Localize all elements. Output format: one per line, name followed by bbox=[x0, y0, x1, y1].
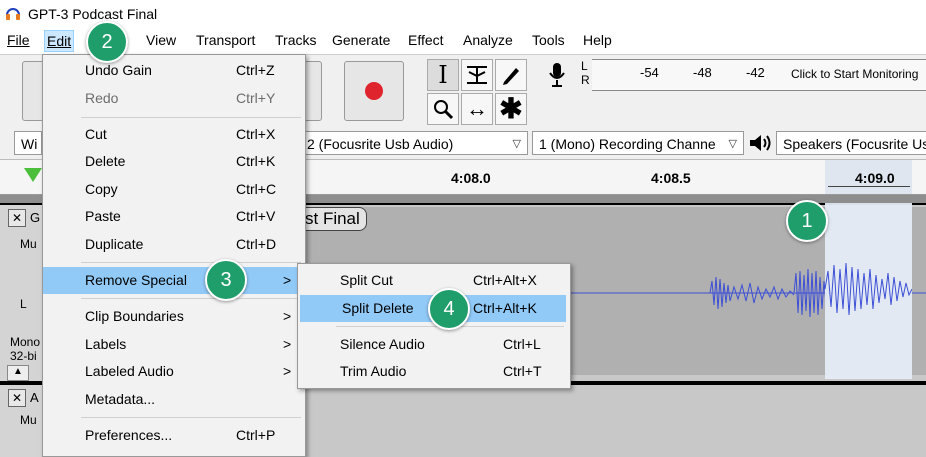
menu-item-copy[interactable]: Copy Ctrl+C bbox=[43, 176, 305, 203]
menu-help[interactable]: Help bbox=[583, 32, 612, 48]
time-tick-label: 4:08.5 bbox=[651, 170, 691, 186]
window-title: GPT-3 Podcast Final bbox=[28, 6, 158, 22]
chevron-down-icon: ▽ bbox=[512, 138, 521, 150]
play-head-icon[interactable] bbox=[24, 168, 42, 182]
track-format-bits: 32-bi bbox=[10, 349, 37, 363]
zoom-tool-button[interactable] bbox=[427, 93, 459, 125]
menu-item-silence-audio[interactable]: Silence Audio Ctrl+L bbox=[298, 331, 570, 358]
time-tick-label: 4:09.0 bbox=[855, 170, 895, 186]
multi-tool-button[interactable]: ✱ bbox=[495, 93, 527, 125]
menu-separator bbox=[81, 298, 301, 299]
track-format-mono: Mono bbox=[10, 335, 41, 349]
asterisk-icon: ✱ bbox=[499, 93, 523, 124]
menu-item-undo-gain[interactable]: Undo Gain Ctrl+Z bbox=[43, 57, 305, 84]
meter-tick: -48 bbox=[693, 65, 712, 80]
menu-edit[interactable]: Edit bbox=[44, 30, 75, 52]
meter-right-label: R bbox=[581, 73, 590, 87]
meter-tick: -54 bbox=[640, 65, 659, 80]
menu-item-trim-audio[interactable]: Trim Audio Ctrl+T bbox=[298, 358, 570, 385]
selected-waveform bbox=[825, 262, 912, 316]
magnifier-icon bbox=[434, 100, 454, 120]
recording-device-select[interactable]: 2 (Focusrite Usb Audio) ▽ bbox=[300, 131, 528, 155]
audacity-logo-icon bbox=[6, 8, 20, 20]
record-icon bbox=[365, 82, 383, 100]
menu-separator bbox=[81, 262, 301, 263]
draw-tool-button[interactable] bbox=[495, 59, 527, 91]
speaker-icon bbox=[748, 133, 772, 156]
selection-tool-button[interactable]: I bbox=[427, 59, 459, 91]
pan-left-label: L bbox=[20, 297, 27, 311]
step-badge-4: 4 bbox=[428, 288, 470, 330]
menu-item-split-cut[interactable]: Split Cut Ctrl+Alt+X bbox=[298, 267, 570, 294]
close-track-icon[interactable]: ✕ bbox=[8, 209, 26, 227]
track-name[interactable]: G bbox=[30, 210, 40, 225]
step-badge-2: 2 bbox=[86, 21, 128, 63]
menu-generate[interactable]: Generate bbox=[332, 32, 390, 48]
menu-item-labeled-audio[interactable]: Labeled Audio > bbox=[43, 358, 305, 385]
submenu-arrow-icon: > bbox=[283, 272, 292, 288]
menu-item-remove-special[interactable]: Remove Special > bbox=[43, 267, 303, 294]
menu-analyze[interactable]: Analyze bbox=[463, 32, 513, 48]
menu-item-duplicate[interactable]: Duplicate Ctrl+D bbox=[43, 231, 305, 258]
monitor-prompt[interactable]: Click to Start Monitoring bbox=[791, 67, 918, 81]
menu-item-metadata[interactable]: Metadata... bbox=[43, 386, 305, 413]
recording-channels-select[interactable]: 1 (Mono) Recording Channe ▽ bbox=[532, 131, 744, 155]
envelope-tool-button[interactable] bbox=[461, 59, 493, 91]
clip-title[interactable]: st Final bbox=[298, 207, 367, 231]
audio-host-select[interactable]: Wi bbox=[14, 131, 42, 155]
menu-file[interactable]: File bbox=[7, 32, 30, 48]
step-badge-3: 3 bbox=[205, 259, 247, 301]
menu-transport[interactable]: Transport bbox=[196, 32, 255, 48]
collapse-track-icon[interactable]: ▲ bbox=[7, 365, 29, 381]
remove-special-submenu: Split Cut Ctrl+Alt+X Split Delete Ctrl+A… bbox=[297, 263, 571, 389]
menu-effect[interactable]: Effect bbox=[408, 32, 444, 48]
menu-separator bbox=[81, 117, 301, 118]
pencil-icon bbox=[503, 68, 519, 85]
menu-item-preferences[interactable]: Preferences... Ctrl+P bbox=[43, 422, 305, 449]
track-name[interactable]: A bbox=[30, 390, 39, 405]
menu-separator bbox=[81, 417, 301, 418]
double-arrow-icon: ↔ bbox=[466, 96, 488, 121]
envelope-icon bbox=[467, 66, 487, 84]
playback-device-select[interactable]: Speakers (Focusrite Usb bbox=[776, 131, 926, 155]
menu-item-labels[interactable]: Labels > bbox=[43, 331, 305, 358]
submenu-arrow-icon: > bbox=[283, 308, 292, 324]
submenu-arrow-icon: > bbox=[283, 363, 292, 379]
time-tick-label: 4:08.0 bbox=[451, 170, 491, 186]
menu-bar: File Edit t View Transport Tracks Genera… bbox=[0, 28, 926, 54]
close-track-icon[interactable]: ✕ bbox=[8, 389, 26, 407]
selection-bracket bbox=[828, 186, 910, 187]
timeshift-tool-button[interactable]: ↔ bbox=[461, 93, 493, 125]
menu-tools[interactable]: Tools bbox=[532, 32, 565, 48]
microphone-icon[interactable] bbox=[546, 61, 568, 92]
meter-left-label: L bbox=[581, 59, 588, 73]
mute-button[interactable]: Mu bbox=[20, 413, 37, 427]
step-badge-1: 1 bbox=[786, 200, 828, 242]
edit-menu: Undo Gain Ctrl+Z Redo Ctrl+Y Cut Ctrl+X … bbox=[42, 54, 306, 457]
menu-view[interactable]: View bbox=[146, 32, 176, 48]
title-bar: GPT-3 Podcast Final bbox=[0, 0, 926, 28]
mute-button[interactable]: Mu bbox=[20, 237, 37, 251]
record-button[interactable] bbox=[344, 61, 404, 121]
chevron-down-icon: ▽ bbox=[728, 138, 737, 150]
menu-tracks[interactable]: Tracks bbox=[275, 32, 316, 48]
menu-item-redo[interactable]: Redo Ctrl+Y bbox=[43, 85, 305, 112]
menu-item-clip-boundaries[interactable]: Clip Boundaries > bbox=[43, 303, 305, 330]
menu-item-cut[interactable]: Cut Ctrl+X bbox=[43, 121, 305, 148]
menu-item-delete[interactable]: Delete Ctrl+K bbox=[43, 148, 305, 175]
submenu-arrow-icon: > bbox=[283, 336, 292, 352]
i-beam-icon: I bbox=[438, 61, 448, 89]
meter-tick: -42 bbox=[746, 65, 765, 80]
menu-item-paste[interactable]: Paste Ctrl+V bbox=[43, 203, 305, 230]
